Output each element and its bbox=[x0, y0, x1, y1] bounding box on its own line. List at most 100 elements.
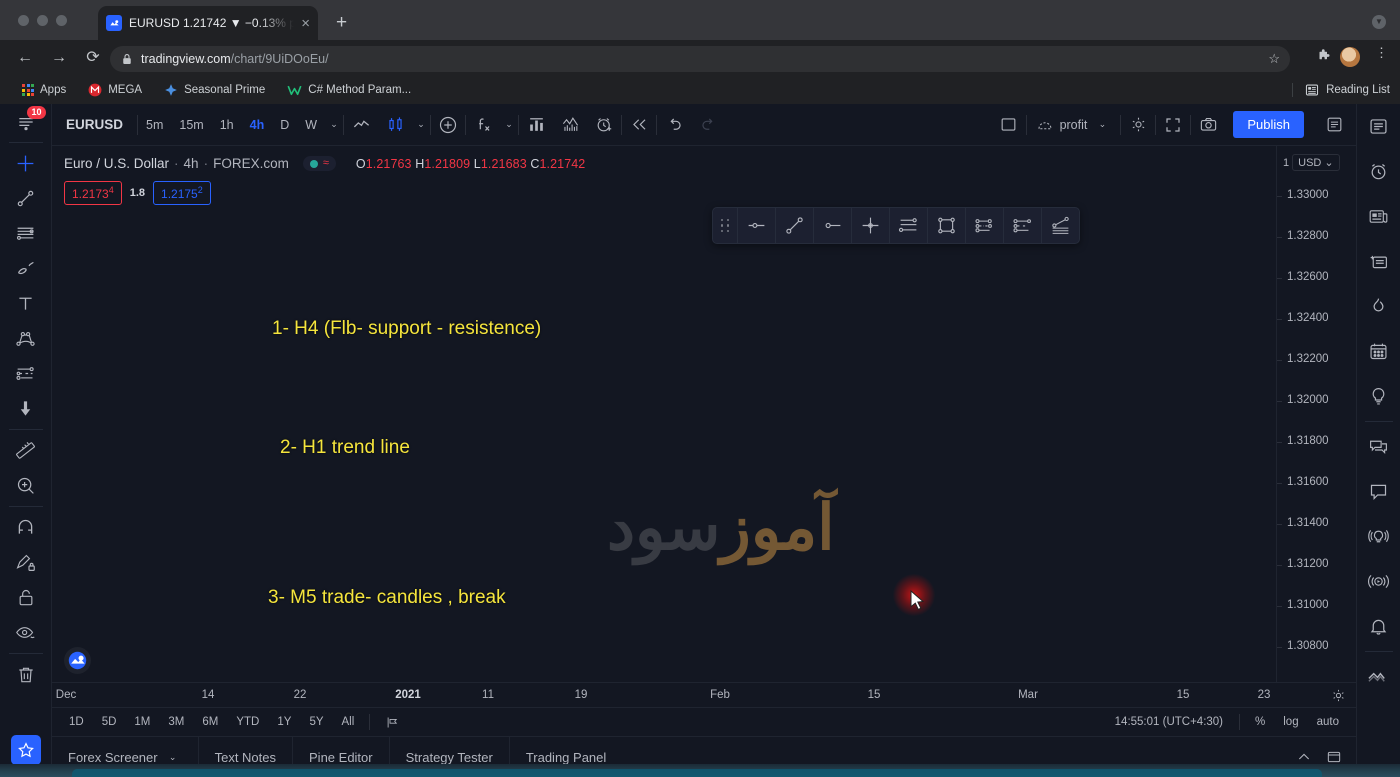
currency-selector[interactable]: 1 USD ⌄ bbox=[1283, 154, 1340, 171]
range-ytd[interactable]: YTD bbox=[227, 716, 268, 728]
private-chat-button[interactable] bbox=[1357, 469, 1400, 514]
fullscreen-icon[interactable] bbox=[1156, 104, 1190, 146]
chevron-down-icon[interactable]: ⌄ bbox=[500, 119, 518, 130]
pitchfork-icon[interactable] bbox=[965, 207, 1003, 244]
timeframe-D[interactable]: D bbox=[272, 104, 297, 146]
undo-icon[interactable] bbox=[657, 104, 691, 146]
hotlist-button[interactable] bbox=[1357, 284, 1400, 329]
cross-line-icon[interactable] bbox=[851, 207, 889, 244]
browser-tab[interactable]: EURUSD 1.21742 ▼ −0.13% pro × bbox=[98, 6, 318, 40]
chevron-down-icon[interactable]: ⌄ bbox=[1093, 119, 1111, 130]
broadcast-button[interactable] bbox=[1357, 514, 1400, 559]
candles-icon[interactable] bbox=[378, 104, 412, 146]
line-chart-icon[interactable] bbox=[344, 104, 378, 146]
chart-pattern-button[interactable] bbox=[1357, 654, 1400, 699]
mountain-chart-icon[interactable] bbox=[553, 104, 587, 146]
public-chat-button[interactable] bbox=[1357, 424, 1400, 469]
horizontal-ray-icon[interactable] bbox=[737, 207, 775, 244]
window-controls-dot[interactable]: ▼ bbox=[1372, 15, 1386, 29]
maximize-window-button[interactable] bbox=[56, 15, 67, 26]
reload-button[interactable]: ⟳ bbox=[82, 47, 104, 69]
range-3m[interactable]: 3M bbox=[159, 716, 193, 728]
browser-menu-icon[interactable]: ⋮ bbox=[1375, 46, 1388, 60]
plus-circle-icon[interactable] bbox=[431, 104, 465, 146]
sidebar-item-hide-drawings[interactable] bbox=[0, 615, 52, 650]
sidebar-item-stay-in-drawing-mode[interactable] bbox=[0, 545, 52, 580]
new-tab-button[interactable]: + bbox=[336, 13, 347, 32]
bid-price[interactable]: 1.21734 bbox=[64, 181, 122, 205]
range-1m[interactable]: 1M bbox=[125, 716, 159, 728]
sidebar-item-cursor-menu[interactable]: 10 bbox=[0, 104, 52, 139]
chevron-down-icon[interactable]: ⌄ bbox=[164, 752, 182, 763]
flat-bottom-channel-icon[interactable] bbox=[1003, 207, 1041, 244]
fx-icon[interactable] bbox=[466, 104, 500, 146]
window-traffic-lights[interactable] bbox=[18, 15, 67, 26]
percent-scale-button[interactable]: % bbox=[1246, 716, 1274, 728]
price-scale[interactable]: 1 USD ⌄ 1.33000 1.32800 1.32600 1.32400 … bbox=[1276, 146, 1356, 682]
bookmark-mega[interactable]: MEGA bbox=[80, 81, 150, 99]
forward-button[interactable]: → bbox=[48, 47, 70, 69]
address-bar[interactable]: tradingview.com/chart/9UiDOoEu/ ☆ bbox=[110, 46, 1290, 72]
bookmark-seasonal-prime[interactable]: Seasonal Prime bbox=[156, 81, 273, 99]
extensions-icon[interactable] bbox=[1317, 48, 1332, 63]
horizontal-line-icon[interactable] bbox=[813, 207, 851, 244]
bookmark-csharp-method-param[interactable]: C# Method Param... bbox=[279, 82, 419, 99]
sidebar-item-favorites[interactable] bbox=[0, 732, 52, 767]
sidebar-item-prediction[interactable] bbox=[0, 356, 52, 391]
range-5d[interactable]: 5D bbox=[93, 716, 126, 728]
news-button[interactable] bbox=[1357, 194, 1400, 239]
range-5y[interactable]: 5Y bbox=[300, 716, 332, 728]
floating-drawing-toolbar[interactable] bbox=[712, 207, 1080, 244]
sidebar-item-trend-line[interactable] bbox=[0, 181, 52, 216]
redo-icon[interactable] bbox=[691, 104, 725, 146]
layout-square-icon[interactable] bbox=[992, 104, 1026, 146]
sidebar-item-measure[interactable] bbox=[0, 433, 52, 468]
bookmark-apps[interactable]: Apps bbox=[14, 82, 74, 98]
sidebar-item-magnet[interactable] bbox=[0, 510, 52, 545]
regression-trend-icon[interactable] bbox=[1041, 207, 1079, 244]
bar-chart-icon[interactable] bbox=[519, 104, 553, 146]
stream-button[interactable] bbox=[1357, 559, 1400, 604]
alerts-button[interactable] bbox=[1357, 149, 1400, 194]
data-window-button[interactable] bbox=[1357, 239, 1400, 284]
sidebar-item-zoom[interactable] bbox=[0, 468, 52, 503]
bookmark-star-icon[interactable]: ☆ bbox=[1268, 51, 1280, 67]
drag-grip-icon[interactable] bbox=[713, 207, 737, 244]
parallel-channel-icon[interactable] bbox=[889, 207, 927, 244]
range-6m[interactable]: 6M bbox=[193, 716, 227, 728]
ask-price[interactable]: 1.21752 bbox=[153, 181, 211, 205]
ideas-button[interactable] bbox=[1357, 374, 1400, 419]
range-all[interactable]: All bbox=[333, 716, 364, 728]
timeframe-5m[interactable]: 5m bbox=[138, 104, 171, 146]
sidebar-item-brush[interactable] bbox=[0, 251, 52, 286]
range-1y[interactable]: 1Y bbox=[268, 716, 300, 728]
profile-avatar[interactable] bbox=[1340, 47, 1360, 67]
rectangle-icon[interactable] bbox=[927, 207, 965, 244]
chevron-down-icon[interactable]: ⌄ bbox=[325, 119, 343, 130]
sidebar-item-lock-drawings[interactable] bbox=[0, 580, 52, 615]
chevron-down-icon[interactable]: ⌄ bbox=[412, 119, 430, 130]
back-button[interactable]: ← bbox=[14, 47, 36, 69]
trend-line-icon[interactable] bbox=[775, 207, 813, 244]
publish-button[interactable]: Publish bbox=[1233, 111, 1304, 138]
rewind-icon[interactable] bbox=[622, 104, 656, 146]
tradingview-logo-icon[interactable] bbox=[64, 647, 91, 674]
sidebar-item-remove-drawings[interactable] bbox=[0, 657, 52, 692]
alarm-clock-plus-icon[interactable] bbox=[587, 104, 621, 146]
sidebar-item-crosshair[interactable] bbox=[0, 146, 52, 181]
notifications-button[interactable] bbox=[1357, 604, 1400, 649]
auto-scale-button[interactable]: auto bbox=[1308, 716, 1348, 728]
symbol-search-button[interactable]: EURUSD bbox=[52, 104, 137, 146]
camera-icon[interactable] bbox=[1191, 104, 1225, 146]
range-1d[interactable]: 1D bbox=[60, 716, 93, 728]
window-icon[interactable] bbox=[1326, 749, 1342, 765]
minimize-window-button[interactable] bbox=[37, 15, 48, 26]
timeframe-W[interactable]: W bbox=[297, 104, 325, 146]
sidebar-item-text[interactable] bbox=[0, 286, 52, 321]
right-panel-icon[interactable] bbox=[1312, 104, 1356, 146]
reading-list-button[interactable]: Reading List bbox=[1292, 83, 1390, 97]
time-scale[interactable]: Dec 14 22 2021 11 19 Feb 15 Mar 15 23 bbox=[52, 682, 1356, 708]
time-scale-settings-icon[interactable] bbox=[1331, 688, 1346, 703]
sidebar-item-patterns[interactable] bbox=[0, 321, 52, 356]
watchlist-button[interactable] bbox=[1357, 104, 1400, 149]
